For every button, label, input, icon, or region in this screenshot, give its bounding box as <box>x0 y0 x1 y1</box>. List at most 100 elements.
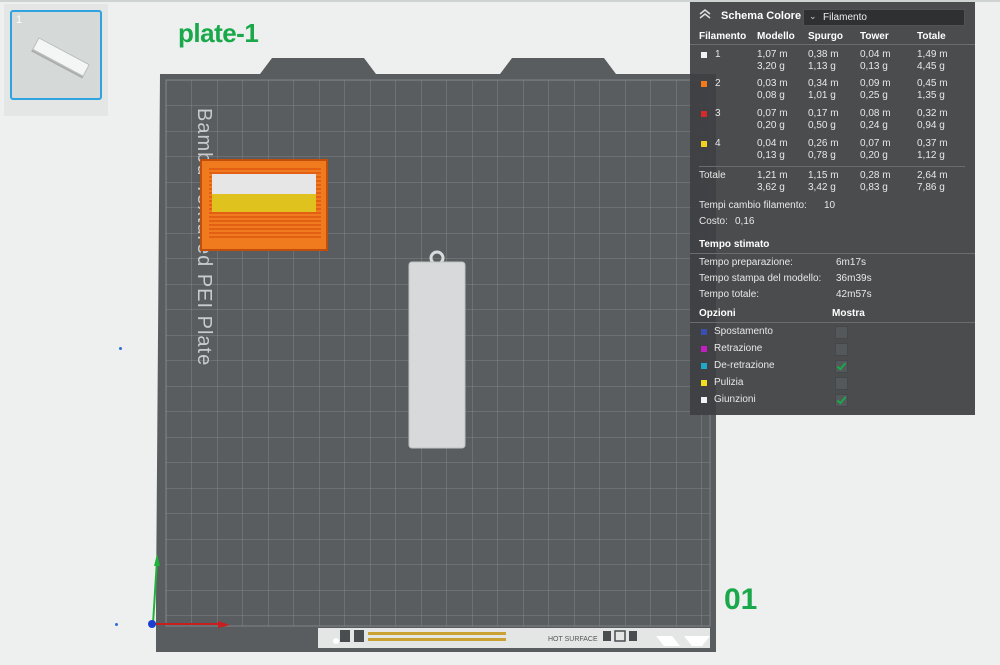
model-length: 0,03 m <box>757 78 788 89</box>
marker-dot <box>119 347 122 350</box>
retraction-color-swatch <box>701 346 707 352</box>
option-wipe-checkbox[interactable] <box>835 377 848 390</box>
divider <box>699 166 965 167</box>
option-wipe-label: Pulizia <box>714 377 744 388</box>
filament-color-swatch <box>701 52 707 58</box>
column-header-filament: Filamento <box>699 31 747 42</box>
filament-id: 2 <box>715 78 721 89</box>
purge-length: 0,34 m <box>808 78 839 89</box>
cost-value: 0,16 <box>735 216 755 227</box>
purge-length: 0,26 m <box>808 138 839 149</box>
tower-length-total: 0,28 m <box>860 170 891 181</box>
filament-id: 1 <box>715 49 721 60</box>
column-header-total: Totale <box>917 31 946 42</box>
cost-label: Costo: <box>699 216 728 227</box>
total-time-value: 42m57s <box>836 289 872 300</box>
total-length: 1,49 m <box>917 49 948 60</box>
total-row-label: Totale <box>699 170 726 181</box>
option-seams-checkbox[interactable] <box>835 394 848 407</box>
collapse-chevron-icon[interactable] <box>698 8 712 20</box>
option-deretraction-label: De-retrazione <box>714 360 775 371</box>
model-weight: 0,13 g <box>757 150 785 161</box>
filament-color-swatch <box>701 81 707 87</box>
total-length: 0,32 m <box>917 108 948 119</box>
purge-length-total: 1,15 m <box>808 170 839 181</box>
column-header-tower: Tower <box>860 31 889 42</box>
filament-id: 4 <box>715 138 721 149</box>
show-column-header: Mostra <box>832 308 865 319</box>
tower-weight-total: 0,83 g <box>860 182 888 193</box>
tower-weight: 0,13 g <box>860 61 888 72</box>
filament-changes-label: Tempi cambio filamento: <box>699 200 807 211</box>
option-seams-label: Giunzioni <box>714 394 756 405</box>
purge-length: 0,17 m <box>808 108 839 119</box>
color-scheme-title: Schema Colore <box>721 10 802 22</box>
model-length-total: 1,21 m <box>757 170 788 181</box>
panel-header: Schema Colore ⌄ Filamento <box>690 2 975 28</box>
chevron-down-icon: ⌄ <box>809 11 817 21</box>
filament-id: 3 <box>715 108 721 119</box>
filament-color-swatch <box>701 141 707 147</box>
purge-weight: 0,50 g <box>808 120 836 131</box>
model-length: 1,07 m <box>757 49 788 60</box>
wipe-color-swatch <box>701 380 707 386</box>
tower-length: 0,04 m <box>860 49 891 60</box>
purge-weight: 1,01 g <box>808 90 836 101</box>
options-title: Opzioni <box>699 308 736 319</box>
total-length: 0,45 m <box>917 78 948 89</box>
option-travel-checkbox[interactable] <box>835 326 848 339</box>
tower-weight: 0,25 g <box>860 90 888 101</box>
travel-color-swatch <box>701 329 707 335</box>
divider <box>690 253 975 254</box>
column-header-purge: Spurgo <box>808 31 843 42</box>
filament-changes-value: 10 <box>824 200 836 211</box>
marker-dot <box>115 623 118 626</box>
prep-time-label: Tempo preparazione: <box>699 257 793 268</box>
total-weight: 0,94 g <box>917 120 945 131</box>
tower-length: 0,08 m <box>860 108 891 119</box>
total-weight: 4,45 g <box>917 61 945 72</box>
total-weight-grand: 7,86 g <box>917 182 945 193</box>
purge-weight-total: 3,42 g <box>808 182 836 193</box>
plate-number-marker: 01 <box>724 583 758 616</box>
tower-weight: 0,24 g <box>860 120 888 131</box>
tower-weight: 0,20 g <box>860 150 888 161</box>
tower-length: 0,07 m <box>860 138 891 149</box>
total-length-grand: 2,64 m <box>917 170 948 181</box>
total-length: 0,37 m <box>917 138 948 149</box>
gcode-legend-panel: Schema Colore ⌄ Filamento Filamento Mode… <box>690 2 975 415</box>
total-time-label: Tempo totale: <box>699 289 760 300</box>
color-scheme-dropdown[interactable]: ⌄ Filamento <box>803 9 965 26</box>
estimated-time-title: Tempo stimato <box>699 239 770 250</box>
option-deretraction-checkbox[interactable] <box>835 360 848 373</box>
model-weight: 3,20 g <box>757 61 785 72</box>
model-weight: 0,08 g <box>757 90 785 101</box>
filament-color-swatch <box>701 111 707 117</box>
divider <box>690 44 975 45</box>
divider <box>690 322 975 323</box>
option-travel-label: Spostamento <box>714 326 773 337</box>
model-length: 0,07 m <box>757 108 788 119</box>
deretraction-color-swatch <box>701 363 707 369</box>
prep-time-value: 6m17s <box>836 257 867 268</box>
total-weight: 1,35 g <box>917 90 945 101</box>
purge-length: 0,38 m <box>808 49 839 60</box>
keychain-tag-model[interactable] <box>408 250 466 449</box>
model-length: 0,04 m <box>757 138 788 149</box>
multicolor-model[interactable] <box>200 159 328 251</box>
total-weight: 1,12 g <box>917 150 945 161</box>
hot-surface-label: HOT SURFACE <box>548 636 598 643</box>
tower-length: 0,09 m <box>860 78 891 89</box>
seams-color-swatch <box>701 397 707 403</box>
dropdown-selected-value: Filamento <box>823 12 867 23</box>
purge-weight: 1,13 g <box>808 61 836 72</box>
model-weight: 0,20 g <box>757 120 785 131</box>
model-weight-total: 3,62 g <box>757 182 785 193</box>
purge-weight: 0,78 g <box>808 150 836 161</box>
print-time-value: 36m39s <box>836 273 872 284</box>
option-retraction-checkbox[interactable] <box>835 343 848 356</box>
option-retraction-label: Retrazione <box>714 343 763 354</box>
axis-origin <box>148 620 156 628</box>
column-header-model: Modello <box>757 31 795 42</box>
print-time-label: Tempo stampa del modello: <box>699 273 822 284</box>
